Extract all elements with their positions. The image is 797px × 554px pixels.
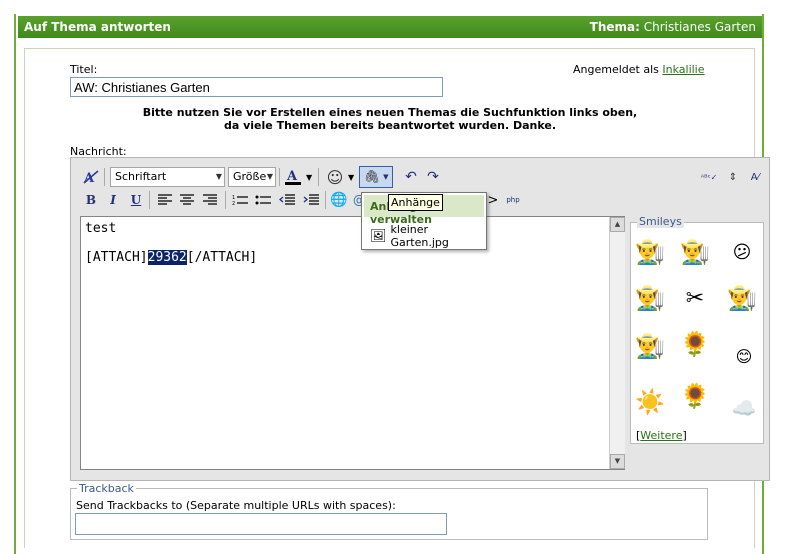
topic-info: Thema: Christianes Garten: [590, 20, 756, 34]
font-select-value: Schriftart: [115, 170, 167, 183]
unordered-list-icon[interactable]: [252, 190, 274, 210]
chevron-down-icon: ▼: [383, 173, 389, 181]
logged-in-prefix: Angemeldet als: [573, 63, 659, 76]
remove-format-icon[interactable]: A: [80, 167, 102, 187]
topic-label: Thema:: [589, 20, 640, 34]
align-right-icon[interactable]: [199, 190, 221, 210]
chevron-down-icon: ▼: [266, 172, 273, 181]
smiley-sunflower-icon[interactable]: 🌻: [678, 327, 712, 361]
toolbar-separator: [104, 168, 105, 186]
attachment-filename: kleiner Garten.jpg: [390, 223, 449, 249]
underline-button[interactable]: U: [125, 190, 147, 210]
textarea-scrollbar[interactable]: ▲ ▼: [609, 217, 625, 469]
font-select[interactable]: Schriftart ▼: [110, 167, 225, 187]
page-title: Auf Thema antworten: [24, 20, 171, 34]
size-select[interactable]: Größe ▼: [228, 167, 276, 187]
trackback-input[interactable]: [75, 513, 447, 535]
toolbar-separator: [325, 191, 326, 209]
align-center-icon[interactable]: [176, 190, 198, 210]
toolbar-separator: [279, 168, 280, 186]
smiley-farmer-icon[interactable]: 👨‍🌾: [678, 235, 712, 269]
indent-icon[interactable]: [300, 190, 322, 210]
svg-text:2: 2: [232, 201, 235, 206]
smiley-confused-icon[interactable]: 😕: [725, 235, 759, 269]
search-notice: Bitte nutzen Sie vor Erstellen eines neu…: [120, 106, 660, 132]
size-select-value: Größe: [233, 170, 267, 183]
message-textarea[interactable]: test [ATTACH]29362[/ATTACH]: [80, 216, 625, 470]
title-input[interactable]: [70, 77, 443, 97]
topic-value: Christianes Garten: [643, 20, 756, 34]
attach-id-selected: 29362: [147, 250, 187, 265]
attach-open-tag: [ATTACH]: [85, 250, 148, 265]
outdent-icon[interactable]: [276, 190, 298, 210]
spellcheck-icon[interactable]: ᴬᴮᶜ✓: [698, 167, 720, 187]
header-bar: Auf Thema antworten Thema: Christianes G…: [18, 16, 762, 38]
chevron-down-icon: ▼: [215, 172, 222, 181]
message-line-2: [ATTACH]29362[/ATTACH]: [85, 250, 620, 265]
toolbar-separator: [149, 191, 150, 209]
notice-line-2: da viele Themen bereits beantwortet wurd…: [223, 119, 557, 132]
smiley-farmer-icon[interactable]: 👨‍🌾: [633, 235, 667, 269]
more-smileys-link[interactable]: Weitere: [640, 429, 682, 442]
notice-line-1: Bitte nutzen Sie vor Erstellen eines neu…: [142, 106, 638, 119]
text-color-icon[interactable]: A: [282, 167, 304, 187]
italic-button[interactable]: I: [102, 190, 124, 210]
message-line-1: test: [85, 221, 117, 236]
attachment-button[interactable]: 🖇 ▼: [359, 166, 393, 188]
logged-in-info: Angemeldet als Inkalilie: [573, 63, 705, 76]
title-label: Titel:: [70, 63, 98, 76]
smiley-farmer-icon[interactable]: 👨‍🌾: [633, 281, 667, 315]
more-smileys: [Weitere]: [636, 429, 687, 442]
smiley-blush-icon[interactable]: 😊: [727, 339, 761, 373]
redo-icon[interactable]: ↷: [422, 167, 444, 187]
svg-text:A: A: [286, 169, 298, 184]
smiley-farmer-icon[interactable]: 👨‍🌾: [725, 281, 759, 315]
smiley-icon[interactable]: ☺: [324, 167, 346, 187]
smiley-farmer-icon[interactable]: 👨‍🌾: [633, 329, 667, 363]
align-left-icon[interactable]: [154, 190, 176, 210]
smileys-panel: Smileys 👨‍🌾 👨‍🌾 😕 👨‍🌾 ✂ 👨‍🌾 👨‍🌾 🌻 😊 ☀️ 🌻…: [630, 215, 764, 444]
chevron-down-icon[interactable]: ▼: [348, 173, 354, 182]
paperclip-icon: 🖇: [363, 169, 381, 185]
more-close-bracket: ]: [682, 429, 687, 442]
attachments-tooltip: Anhänge: [388, 194, 443, 211]
chevron-down-icon[interactable]: ▼: [306, 173, 312, 182]
smiley-sun-icon[interactable]: ☀️: [633, 385, 667, 419]
smiley-sunflower-icon[interactable]: 🌻: [678, 379, 712, 413]
scroll-down-icon[interactable]: ▼: [610, 454, 625, 469]
switch-mode-icon[interactable]: A⁄: [744, 167, 766, 187]
toolbar-separator: [225, 191, 226, 209]
smiley-shears-icon[interactable]: ✂: [678, 281, 712, 315]
php-icon[interactable]: php: [502, 190, 524, 210]
trackback-fieldset: Trackback Send Trackbacks to (Separate m…: [70, 482, 708, 540]
user-link[interactable]: Inkalilie: [662, 63, 704, 76]
scroll-up-icon[interactable]: ▲: [610, 217, 625, 232]
resize-icon[interactable]: ⇕: [722, 167, 744, 187]
image-file-icon: 🖼: [370, 228, 387, 244]
bold-button[interactable]: B: [80, 190, 102, 210]
trackback-legend: Trackback: [77, 482, 136, 495]
smiley-cloud-icon[interactable]: ☁️: [727, 391, 761, 425]
attach-close-tag: [/ATTACH]: [186, 250, 258, 265]
toolbar-separator: [318, 168, 319, 186]
attachment-item[interactable]: 🖼 kleiner Garten.jpg: [370, 223, 486, 249]
ordered-list-icon[interactable]: 12: [229, 190, 251, 210]
smileys-legend: Smileys: [637, 215, 684, 228]
undo-icon[interactable]: ↶: [400, 167, 422, 187]
link-icon[interactable]: 🌐: [328, 190, 350, 210]
trackback-label: Send Trackbacks to (Separate multiple UR…: [76, 499, 396, 512]
